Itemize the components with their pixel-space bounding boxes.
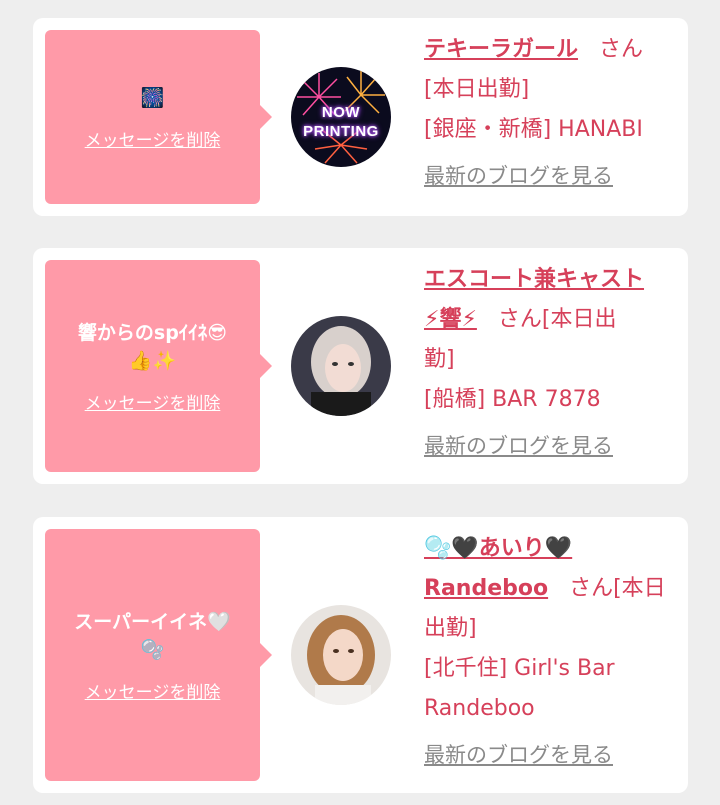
message-text: スーパーイイネ🤍: [74, 610, 231, 633]
message-bubble: 響からのspｲｲﾈ😎 👍✨ メッセージを削除: [45, 260, 272, 472]
delete-message-link[interactable]: メッセージを削除: [85, 678, 221, 703]
message-text: 響からのspｲｲﾈ😎: [77, 321, 228, 344]
avatar[interactable]: [291, 605, 391, 705]
honorific: さん: [599, 37, 644, 62]
status-text: 出勤]: [424, 616, 477, 641]
honorific: さん[本日出: [497, 307, 617, 332]
message-card: 🎆 メッセージを削除 NOW PRINTING テキーラガール さん [本日出勤…: [33, 18, 688, 216]
status-text: 勤]: [424, 347, 455, 372]
latest-blog-link[interactable]: 最新のブログを見る: [424, 156, 676, 196]
now-printing-label: NOW PRINTING: [303, 104, 379, 140]
cast-name-link[interactable]: テキーラガール: [424, 37, 578, 62]
latest-blog-link[interactable]: 最新のブログを見る: [424, 735, 676, 775]
honorific: さん[本日: [569, 576, 666, 601]
shop-text: [銀座・新橋] HANABI: [424, 117, 643, 142]
shop-text: [船橋] BAR 7878: [424, 387, 601, 412]
delete-message-link[interactable]: メッセージを削除: [85, 389, 221, 414]
cast-info: エスコート兼キャスト ⚡響⚡ さん[本日出 勤] [船橋] BAR 7878 最新…: [424, 260, 676, 466]
fireworks-icon: 🎆: [140, 86, 165, 109]
bubbles-icon: 🫧: [140, 638, 165, 661]
cast-photo: [291, 316, 391, 416]
cast-info: テキーラガール さん [本日出勤] [銀座・新橋] HANABI 最新のブログを…: [424, 30, 676, 196]
message-bubble: 🎆 メッセージを削除: [45, 30, 272, 204]
latest-blog-link[interactable]: 最新のブログを見る: [424, 426, 676, 466]
status-text: [本日出勤]: [424, 77, 530, 102]
avatar[interactable]: [291, 316, 391, 416]
message-bubble: スーパーイイネ🤍 🫧 メッセージを削除: [45, 529, 272, 781]
cast-name-link[interactable]: 🫧🖤あいり🖤 Randeboo: [424, 536, 572, 601]
delete-message-link[interactable]: メッセージを削除: [85, 126, 221, 151]
avatar[interactable]: NOW PRINTING: [291, 67, 391, 167]
thumbs-up-sparkles-icon: 👍✨: [128, 349, 177, 372]
message-card: スーパーイイネ🤍 🫧 メッセージを削除 🫧🖤あいり🖤 Randeboo さん[本日…: [33, 517, 688, 793]
message-card: 響からのspｲｲﾈ😎 👍✨ メッセージを削除 エスコート兼キャスト ⚡響⚡ さん[…: [33, 248, 688, 484]
cast-photo: [291, 605, 391, 705]
shop-text: [北千住] Girl's Bar Randeboo: [424, 656, 615, 721]
cast-info: 🫧🖤あいり🖤 Randeboo さん[本日 出勤] [北千住] Girl's Ba…: [424, 529, 676, 775]
